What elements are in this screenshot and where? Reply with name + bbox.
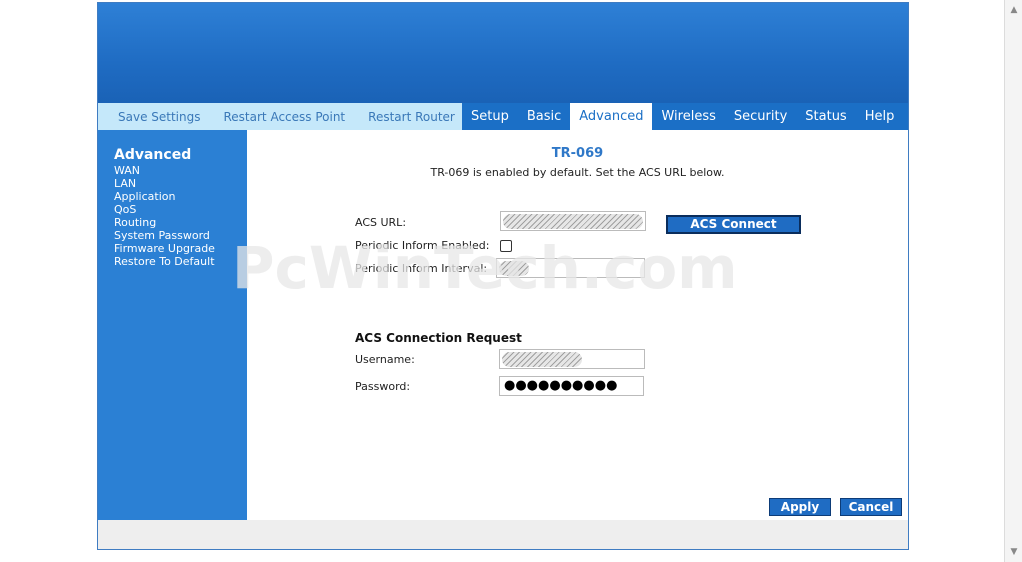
page-description: TR-069 is enabled by default. Set the AC… [430,166,725,179]
sidebar-title: Advanced [114,147,192,163]
redacted-scribble [499,261,529,276]
sidebar-item-qos[interactable]: QoS [114,203,247,216]
main-tabs: Setup Basic Advanced Wireless Security S… [462,103,903,130]
sidebar-item-wan[interactable]: WAN [114,164,247,177]
footer-bar [98,520,908,549]
vertical-scrollbar[interactable]: ▲ ▼ [1004,0,1022,562]
periodic-interval-input[interactable] [496,258,645,278]
header-banner [98,3,908,103]
acs-connect-button[interactable]: ACS Connect [666,215,801,234]
tab-advanced[interactable]: Advanced [570,103,653,130]
scroll-up-icon[interactable]: ▲ [1007,3,1021,17]
tab-status[interactable]: Status [796,103,855,130]
sidebar-item-routing[interactable]: Routing [114,216,247,229]
restart-access-point-link[interactable]: Restart Access Point [204,110,349,124]
main-content: TR-069 TR-069 is enabled by default. Set… [247,130,908,520]
page-title: TR-069 [551,146,604,161]
tab-setup[interactable]: Setup [462,103,518,130]
tab-security[interactable]: Security [725,103,796,130]
acs-url-input[interactable] [500,211,646,231]
password-label: Password: [355,380,411,393]
acs-url-label: ACS URL: [355,216,407,229]
tab-wireless[interactable]: Wireless [652,103,724,130]
utility-links: Save Settings Restart Access Point Resta… [98,103,462,130]
sidebar-item-lan[interactable]: LAN [114,177,247,190]
save-settings-link[interactable]: Save Settings [98,110,204,124]
sidebar-item-system-password[interactable]: System Password [114,229,247,242]
sidebar-item-restore-default[interactable]: Restore To Default [114,255,247,268]
apply-button[interactable]: Apply [769,498,831,516]
section-title: ACS Connection Request [355,331,522,345]
username-input[interactable] [499,349,645,369]
sidebar-item-firmware-upgrade[interactable]: Firmware Upgrade [114,242,247,255]
cancel-button[interactable]: Cancel [840,498,902,516]
password-input[interactable]: ●●●●●●●●●● [499,376,644,396]
redacted-scribble [503,214,643,229]
periodic-enabled-checkbox[interactable] [500,240,512,252]
tab-help[interactable]: Help [856,103,904,130]
scroll-down-icon[interactable]: ▼ [1007,545,1021,559]
sidebar: Advanced WAN LAN Application QoS Routing… [98,130,247,520]
sidebar-item-application[interactable]: Application [114,190,247,203]
tab-basic[interactable]: Basic [518,103,570,130]
username-label: Username: [355,353,415,366]
periodic-interval-label: Periodic Inform Interval: [355,262,488,275]
top-navigation: Save Settings Restart Access Point Resta… [98,103,908,130]
restart-router-link[interactable]: Restart Router [348,110,458,124]
periodic-enabled-label: Periodic Inform Enabled: [355,239,490,252]
router-admin-frame: Save Settings Restart Access Point Resta… [97,2,909,550]
redacted-scribble [502,352,582,367]
